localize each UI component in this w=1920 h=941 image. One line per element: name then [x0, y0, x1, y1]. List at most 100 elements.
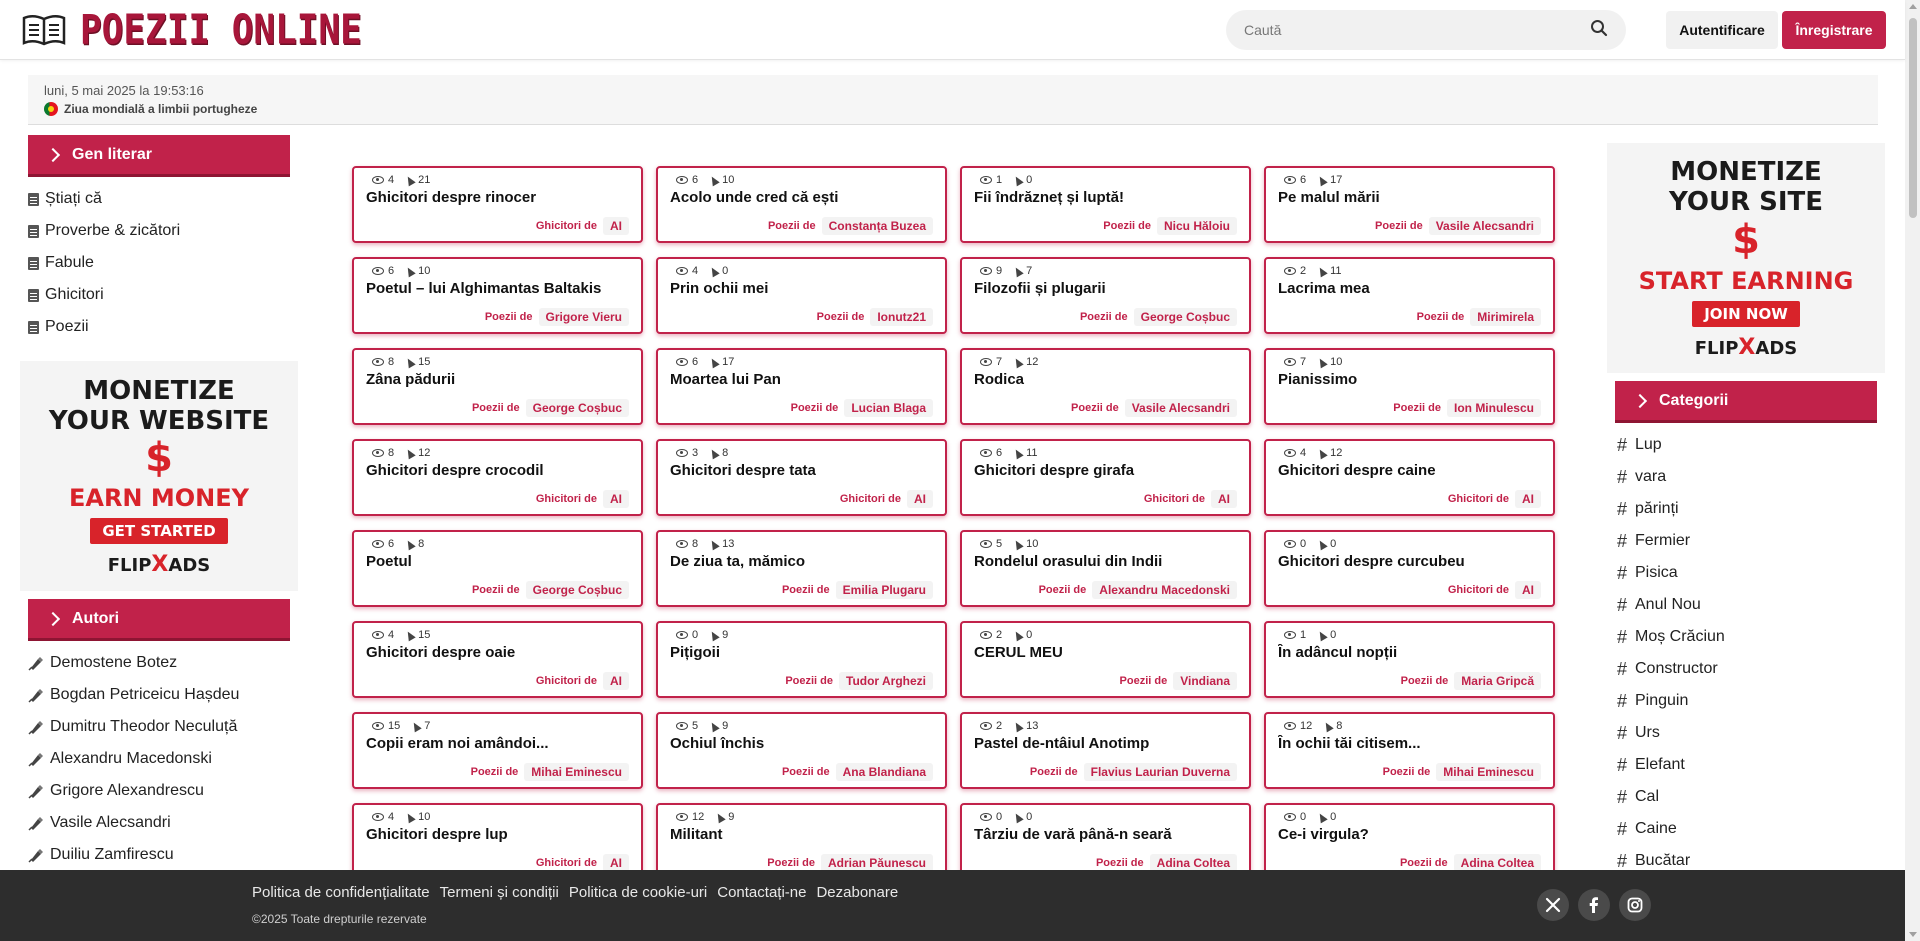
card-title[interactable]: De ziua ta, mămico [670, 553, 933, 570]
poem-card[interactable]: 0 9 Pițigoii Poezii de Tudor Arghezi [656, 621, 947, 698]
poem-card[interactable]: 4 10 Ghicitori despre lup Ghicitori de AI [352, 803, 643, 880]
instagram-icon[interactable] [1619, 889, 1651, 921]
poem-card[interactable]: 9 7 Filozofii și plugarii Poezii de George C… [960, 257, 1251, 334]
poem-card[interactable]: 2 0 CERUL MEU Poezii de Vindiana [960, 621, 1251, 698]
author-item[interactable]: Vasile Alecsandri [28, 807, 290, 839]
footer-link-privacy[interactable]: Politica de confidențialitate [252, 884, 430, 901]
card-author[interactable]: George Coșbuc [525, 399, 629, 417]
card-title[interactable]: Filozofii și plugarii [974, 280, 1237, 297]
card-author[interactable]: Ionutz21 [870, 308, 933, 326]
autori-heading[interactable]: Autori [28, 599, 290, 641]
poem-card[interactable]: 5 10 Rondelul orasului din Indii Poezii de A… [960, 530, 1251, 607]
card-author[interactable]: Vasile Alecsandri [1124, 399, 1237, 417]
author-item[interactable]: Duiliu Zamfirescu [28, 839, 290, 871]
card-title[interactable]: Ghicitori despre caine [1278, 462, 1541, 479]
footer-link-terms[interactable]: Termeni și condiții [440, 884, 559, 901]
scroll-down-icon[interactable] [1909, 932, 1917, 937]
card-author[interactable]: Mihai Eminescu [1436, 763, 1541, 781]
gen-item[interactable]: Poezii [28, 311, 290, 343]
category-item[interactable]: # Lup [1615, 429, 1877, 461]
scroll-up-icon[interactable] [1909, 4, 1917, 9]
poem-card[interactable]: 12 9 Militant Poezii de Adrian Păunescu [656, 803, 947, 880]
gen-item[interactable]: Ghicitori [28, 279, 290, 311]
card-title[interactable]: În ochii tăi citisem... [1278, 735, 1541, 752]
card-title[interactable]: Ghicitori despre rinocer [366, 189, 629, 206]
search-input[interactable] [1244, 22, 1590, 38]
card-author[interactable]: Ion Minulescu [1446, 399, 1541, 417]
poem-card[interactable]: 1 0 În adâncul nopții Poezii de Maria Gripcă [1264, 621, 1555, 698]
poem-card[interactable]: 7 12 Rodica Poezii de Vasile Alecsandri [960, 348, 1251, 425]
card-title[interactable]: Rondelul orasului din Indii [974, 553, 1237, 570]
category-item[interactable]: # părinți [1615, 493, 1877, 525]
scroll-thumb[interactable] [1909, 18, 1917, 218]
poem-card[interactable]: 0 0 Ghicitori despre curcubeu Ghicitori de A… [1264, 530, 1555, 607]
card-author[interactable]: AI [603, 217, 629, 235]
card-title[interactable]: Pe malul mării [1278, 189, 1541, 206]
category-item[interactable]: # Anul Nou [1615, 589, 1877, 621]
card-title[interactable]: Lacrima mea [1278, 280, 1541, 297]
gen-item[interactable]: Proverbe & zicători [28, 215, 290, 247]
poem-card[interactable]: 4 0 Prin ochii mei Poezii de Ionutz21 [656, 257, 947, 334]
gen-item[interactable]: Știați că [28, 183, 290, 215]
author-item[interactable]: Alexandru Macedonski [28, 743, 290, 775]
poem-card[interactable]: 6 17 Pe malul mării Poezii de Vasile Alecsan… [1264, 166, 1555, 243]
category-item[interactable]: # Fermier [1615, 525, 1877, 557]
card-title[interactable]: Ce-i virgula? [1278, 826, 1541, 843]
card-author[interactable]: AI [907, 490, 933, 508]
card-author[interactable]: Lucian Blaga [844, 399, 933, 417]
card-title[interactable]: În adâncul nopții [1278, 644, 1541, 661]
author-item[interactable]: Dumitru Theodor Neculuță [28, 711, 290, 743]
category-item[interactable]: # Cal [1615, 781, 1877, 813]
poem-card[interactable]: 2 11 Lacrima mea Poezii de Mirimirela [1264, 257, 1555, 334]
card-title[interactable]: Ochiul închis [670, 735, 933, 752]
category-item[interactable]: # Pinguin [1615, 685, 1877, 717]
poem-card[interactable]: 8 12 Ghicitori despre crocodil Ghicitori de… [352, 439, 643, 516]
card-author[interactable]: AI [1515, 490, 1541, 508]
poem-card[interactable]: 6 8 Poetul Poezii de George Coșbuc [352, 530, 643, 607]
category-item[interactable]: # Urs [1615, 717, 1877, 749]
card-title[interactable]: Prin ochii mei [670, 280, 933, 297]
left-ad-banner[interactable]: MONETIZE YOUR WEBSITE $ EARN MONEY GET S… [20, 361, 298, 591]
card-author[interactable]: Emilia Plugaru [835, 581, 933, 599]
gen-item[interactable]: Fabule [28, 247, 290, 279]
card-title[interactable]: Ghicitori despre girafa [974, 462, 1237, 479]
poem-card[interactable]: 1 0 Fii îndrăzneț și luptă! Poezii de Nicu H… [960, 166, 1251, 243]
card-author[interactable]: George Coșbuc [1133, 308, 1237, 326]
poem-card[interactable]: 4 21 Ghicitori despre rinocer Ghicitori de A… [352, 166, 643, 243]
card-author[interactable]: Alexandru Macedonski [1092, 581, 1237, 599]
card-author[interactable]: George Coșbuc [525, 581, 629, 599]
card-title[interactable]: Poetul [366, 553, 629, 570]
card-title[interactable]: CERUL MEU [974, 644, 1237, 661]
poem-card[interactable]: 0 0 Târziu de vară până-n seară Poezii de Ad… [960, 803, 1251, 880]
card-author[interactable]: Tudor Arghezi [839, 672, 933, 690]
x-icon[interactable] [1537, 889, 1569, 921]
card-title[interactable]: Acolo unde cred că ești [670, 189, 933, 206]
author-item[interactable]: Demostene Botez [28, 647, 290, 679]
card-author[interactable]: Vasile Alecsandri [1428, 217, 1541, 235]
card-author[interactable]: Maria Gripcă [1454, 672, 1541, 690]
card-author[interactable]: AI [1515, 581, 1541, 599]
right-ad-banner[interactable]: MONETIZE YOUR SITE $ START EARNING JOIN … [1607, 143, 1885, 373]
poem-card[interactable]: 8 15 Zâna pădurii Poezii de George Coșbuc [352, 348, 643, 425]
card-title[interactable]: Pițigoii [670, 644, 933, 661]
category-item[interactable]: # vara [1615, 461, 1877, 493]
search-icon[interactable] [1590, 19, 1608, 42]
poem-card[interactable]: 6 11 Ghicitori despre girafa Ghicitori de AI [960, 439, 1251, 516]
card-title[interactable]: Ghicitori despre oaie [366, 644, 629, 661]
card-title[interactable]: Fii îndrăzneț și luptă! [974, 189, 1237, 206]
author-item[interactable]: Grigore Alexandrescu [28, 775, 290, 807]
category-item[interactable]: # Pisica [1615, 557, 1877, 589]
card-title[interactable]: Rodica [974, 371, 1237, 388]
card-author[interactable]: AI [1211, 490, 1237, 508]
poem-card[interactable]: 6 10 Poetul – lui Alghimantas Baltakis Poez… [352, 257, 643, 334]
poem-card[interactable]: 12 8 În ochii tăi citisem... Poezii de Mihai… [1264, 712, 1555, 789]
card-title[interactable]: Ghicitori despre crocodil [366, 462, 629, 479]
footer-link-contact[interactable]: Contactați-ne [717, 884, 806, 901]
card-author[interactable]: Mihai Eminescu [524, 763, 629, 781]
card-title[interactable]: Moartea lui Pan [670, 371, 933, 388]
card-author[interactable]: Vindiana [1173, 672, 1237, 690]
card-author[interactable]: AI [603, 490, 629, 508]
card-author[interactable]: AI [603, 672, 629, 690]
card-author[interactable]: Nicu Hăloiu [1156, 217, 1237, 235]
card-author[interactable]: Ana Blandiana [835, 763, 933, 781]
